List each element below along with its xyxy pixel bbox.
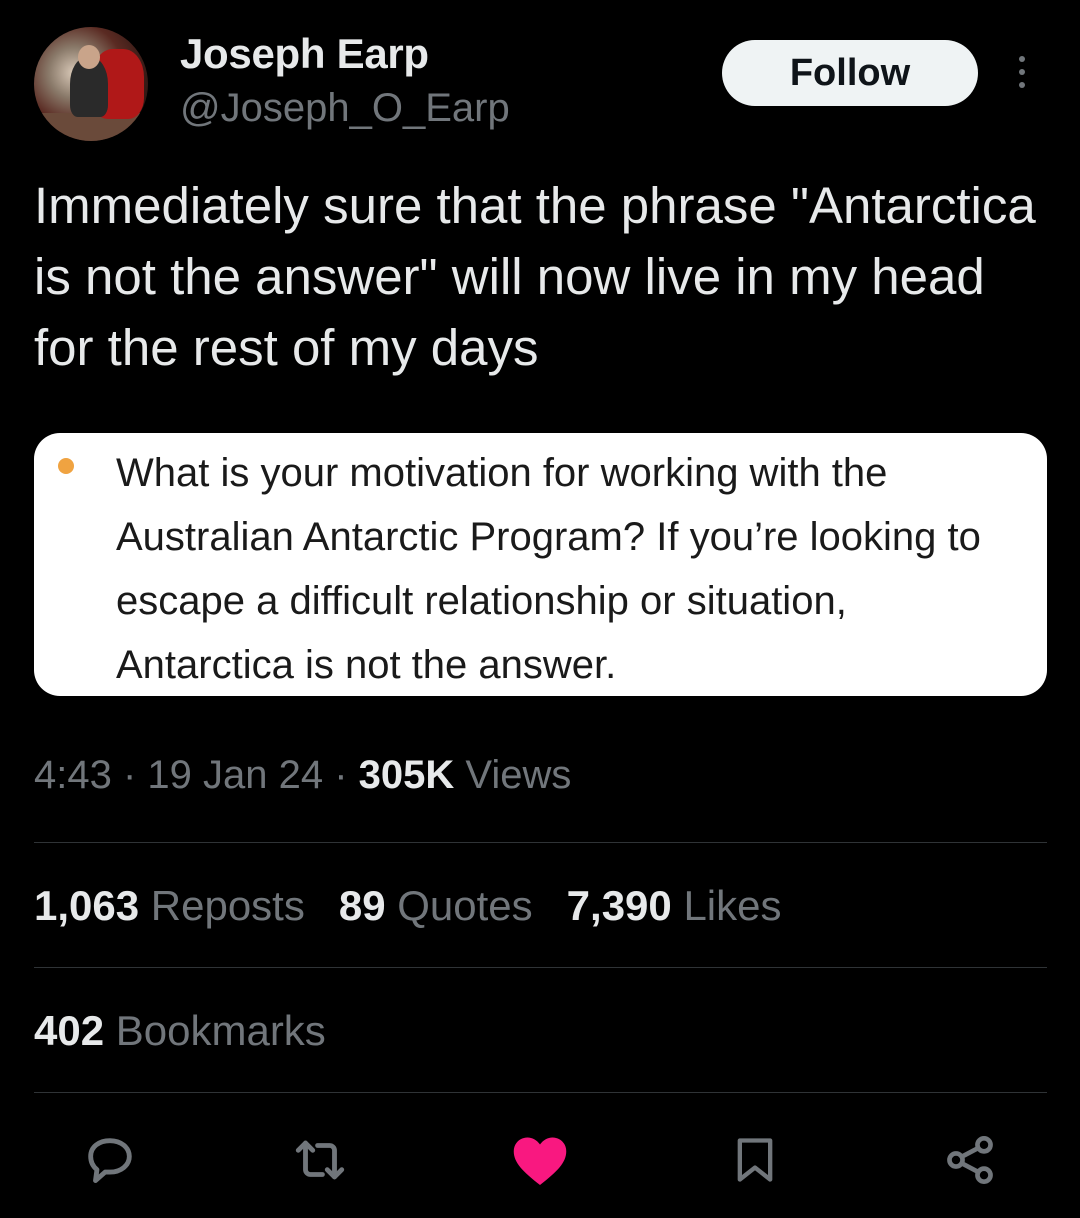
attached-image[interactable]: What is your motivation for working with… (34, 433, 1047, 696)
divider (34, 842, 1047, 843)
more-dot (1019, 56, 1025, 62)
bullet-icon (58, 458, 74, 474)
tweet-time[interactable]: 4:43 (34, 753, 112, 797)
views-label: Views (454, 753, 572, 797)
bookmark-icon[interactable] (725, 1130, 785, 1190)
attached-image-text: What is your motivation for working with… (116, 451, 981, 687)
reply-icon[interactable] (80, 1130, 140, 1190)
likes-stat[interactable]: 7,390 Likes (567, 882, 782, 929)
reposts-count: 1,063 (34, 882, 140, 929)
tweet-date[interactable]: 19 Jan 24 (147, 753, 323, 797)
quotes-stat[interactable]: 89 Quotes (339, 882, 533, 929)
divider (34, 967, 1047, 968)
likes-count: 7,390 (566, 882, 672, 929)
bookmarks-count: 402 (34, 1007, 105, 1054)
quotes-label: Quotes (385, 882, 533, 929)
reposts-stat[interactable]: 1,063 Reposts (34, 882, 305, 929)
tweet-meta: 4:43 · 19 Jan 24 · 305K Views (34, 753, 571, 798)
follow-button[interactable]: Follow (722, 40, 978, 106)
meta-separator: · (111, 753, 148, 797)
meta-separator: · (323, 753, 359, 797)
share-icon[interactable] (940, 1130, 1000, 1190)
likes-label: Likes (671, 882, 782, 929)
avatar-face (78, 45, 100, 69)
like-icon[interactable] (510, 1130, 570, 1190)
author-handle[interactable]: @Joseph_O_Earp (180, 86, 510, 131)
more-vertical-icon[interactable] (1014, 56, 1030, 92)
tweet-text: Immediately sure that the phrase "Antarc… (34, 177, 1036, 376)
divider (34, 1092, 1047, 1093)
author-name[interactable]: Joseph Earp (180, 30, 429, 78)
action-bar (0, 1130, 1080, 1190)
avatar[interactable] (34, 27, 148, 141)
views-count: 305K (358, 753, 455, 797)
bookmarks-stat[interactable]: 402 Bookmarks (34, 1007, 326, 1055)
engagement-stats: 1,063 Reposts 89 Quotes 7,390 Likes (34, 882, 782, 930)
bookmarks-label: Bookmarks (104, 1007, 326, 1054)
tweet-header: Joseph Earp @Joseph_O_Earp Follow (0, 0, 1080, 150)
reposts-label: Reposts (139, 882, 305, 929)
more-dot (1019, 82, 1025, 88)
quotes-count: 89 (338, 882, 386, 929)
more-dot (1019, 69, 1025, 75)
repost-icon[interactable] (290, 1130, 350, 1190)
